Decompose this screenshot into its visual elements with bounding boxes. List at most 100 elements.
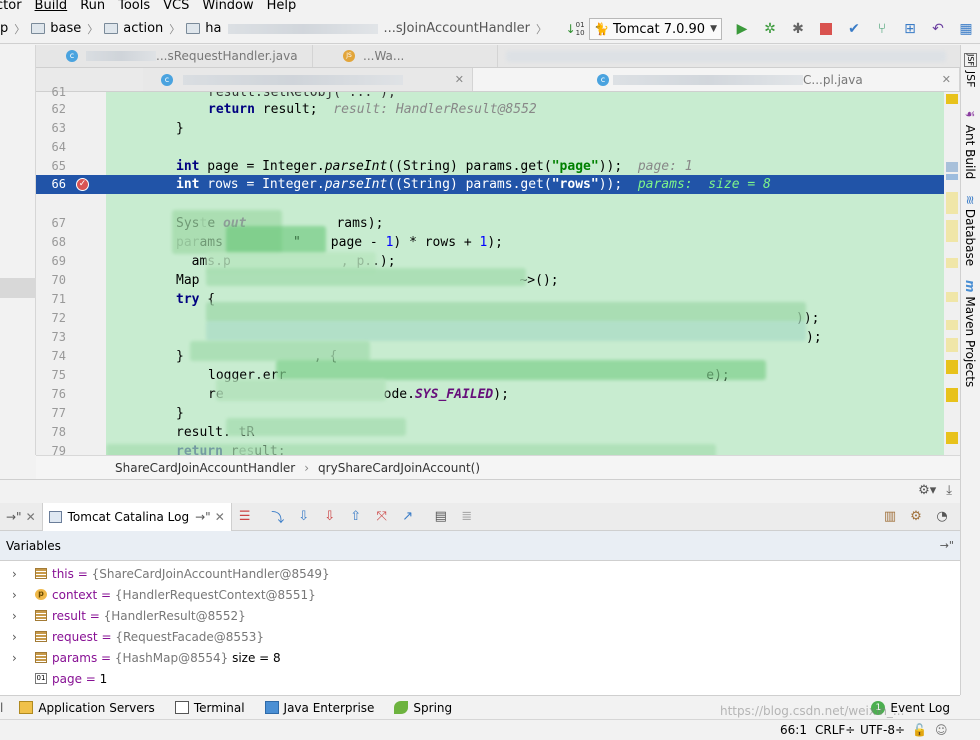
marker[interactable] xyxy=(946,162,958,172)
file-encoding[interactable]: UTF-8÷ xyxy=(860,723,905,737)
run-to-cursor-icon[interactable]: ↗ xyxy=(400,509,416,525)
menu-run[interactable]: Run xyxy=(80,0,105,12)
stop-icon[interactable] xyxy=(816,19,836,39)
step-over-icon[interactable]: ⤵ xyxy=(270,509,286,526)
editor-tab[interactable]: c ...sRequestHandler.java xyxy=(36,45,313,67)
expand-icon[interactable]: › xyxy=(12,609,17,623)
tool-application-servers[interactable]: Application Servers xyxy=(19,701,155,715)
line-number: 72 xyxy=(51,311,66,325)
breadcrumb-item-current[interactable]: ...sJoinAccountHandler 〉 xyxy=(384,21,554,37)
vcs-update-icon[interactable]: ✔ xyxy=(844,19,864,39)
close-icon[interactable]: ✕ xyxy=(455,73,464,86)
line-separator[interactable]: CRLF÷ xyxy=(815,723,855,737)
close-icon[interactable]: ✕ xyxy=(942,73,951,86)
coverage-icon[interactable]: ✱ xyxy=(788,19,808,39)
restore-layout-icon[interactable]: ▥ xyxy=(882,509,898,525)
run-configuration-select[interactable]: 🐈 Tomcat 7.0.90 ▼ xyxy=(589,18,722,40)
revert-icon[interactable]: ↶ xyxy=(928,19,948,39)
variable-row[interactable]: › request = {RequestFacade@8553} xyxy=(0,626,960,647)
pin-icon[interactable]: →" xyxy=(940,539,954,552)
tool-terminal[interactable]: Terminal xyxy=(174,701,245,715)
close-icon[interactable]: ✕ xyxy=(215,510,225,524)
tool-spring[interactable]: Spring xyxy=(394,701,452,715)
marker[interactable] xyxy=(946,192,958,214)
variable-row[interactable]: › result = {HandlerResult@8552} xyxy=(0,605,960,626)
settings-gear-icon[interactable]: ⚙▾ xyxy=(918,483,936,498)
tool-java-enterprise[interactable]: Java Enterprise xyxy=(264,701,374,715)
project-structure-icon[interactable]: ▦ xyxy=(956,19,976,39)
variable-row[interactable]: › params = {HashMap@8554} size = 8 xyxy=(0,647,960,668)
trace-icon[interactable]: ≣ xyxy=(459,509,475,525)
variable-row[interactable]: › this = {ShareCardJoinAccountHandler@85… xyxy=(0,563,960,584)
tool-window-ant[interactable]: ☙ Ant Build xyxy=(963,107,977,179)
debug-icon[interactable]: ✲ xyxy=(760,19,780,39)
vcs-history-icon[interactable]: ⊞ xyxy=(900,19,920,39)
drop-frame-icon[interactable]: ⤧ xyxy=(374,509,390,525)
warning-marker[interactable] xyxy=(946,432,958,444)
breakpoint-icon[interactable]: ✓ xyxy=(76,178,89,191)
lock-icon[interactable]: 🔓 xyxy=(912,723,927,737)
caret-position[interactable]: 66:1 xyxy=(780,723,807,737)
step-into-icon[interactable]: ⇩ xyxy=(296,509,312,525)
debug-toolbar: →" ✕ Tomcat Catalina Log →" ✕ ☰ ⤵ ⇩ ⇩ ⇧ ⤧… xyxy=(0,502,960,531)
tab-debugger[interactable]: →" ✕ xyxy=(0,503,42,531)
menu-vcs[interactable]: VCS xyxy=(163,0,189,12)
chevron-right-icon: 〉 xyxy=(536,22,547,36)
tab-tomcat-catalina-log[interactable]: Tomcat Catalina Log →" ✕ xyxy=(41,502,232,531)
editor-tab[interactable]: JS ...Wa... xyxy=(313,45,498,67)
evaluate-expression-icon[interactable]: ▤ xyxy=(433,509,449,525)
menu-refactor[interactable]: ctor xyxy=(0,0,22,12)
menu-window[interactable]: Window xyxy=(202,0,253,12)
menu-bar: ctor Build Run Tools VCS Window Help xyxy=(0,0,980,14)
field-icon xyxy=(35,631,47,642)
breadcrumb-class[interactable]: ShareCardJoinAccountHandler xyxy=(115,461,295,475)
debug-header: ⚙▾ ⤓ xyxy=(0,479,960,503)
breadcrumb-item[interactable]: base 〉 xyxy=(31,21,104,37)
show-execution-point-icon[interactable]: ☰ xyxy=(237,509,253,525)
breadcrumb-item[interactable]: action 〉 xyxy=(104,21,186,37)
hide-icon[interactable]: ⤓ xyxy=(946,483,952,498)
code-editor[interactable]: result.setRetObj("..."); return result; … xyxy=(106,92,944,455)
marker[interactable] xyxy=(946,220,958,242)
chevron-down-icon: ▼ xyxy=(710,24,717,34)
menu-help[interactable]: Help xyxy=(267,0,297,12)
variable-row[interactable]: › p context = {HandlerRequestContext@855… xyxy=(0,584,960,605)
tool-window-jsf[interactable]: JSF JSF xyxy=(963,53,977,87)
menu-build[interactable]: Build xyxy=(35,0,68,12)
line-number: 69 xyxy=(51,254,66,268)
breadcrumb-method[interactable]: qryShareCardJoinAccount() xyxy=(318,461,480,475)
warning-marker[interactable] xyxy=(946,94,958,104)
expand-icon[interactable]: › xyxy=(12,651,17,665)
warning-marker[interactable] xyxy=(946,388,958,402)
editor-tab-active[interactable]: c C...pl.java ✕ xyxy=(473,68,960,91)
force-step-into-icon[interactable]: ⇩ xyxy=(322,509,338,525)
marker[interactable] xyxy=(946,320,958,330)
tool-window-database[interactable]: ≋ Database xyxy=(963,195,977,266)
inspection-icon[interactable]: ☺ xyxy=(935,723,948,737)
overhead-icon[interactable]: ◔ xyxy=(934,509,950,525)
step-out-icon[interactable]: ⇧ xyxy=(348,509,364,525)
build-icon[interactable]: ↓ 01 10 xyxy=(565,19,585,39)
editor-gutter[interactable]: 61 62 63 64 65 67 68 69 70 71 72 73 74 7… xyxy=(36,85,106,458)
breadcrumb-item[interactable]: ha xyxy=(186,21,383,36)
marker[interactable] xyxy=(946,338,958,352)
memory-icon[interactable]: ⚙ xyxy=(908,509,924,525)
vcs-commit-icon[interactable]: ⑂ xyxy=(872,19,892,39)
warning-marker[interactable] xyxy=(946,360,958,374)
tool-window-maven[interactable]: m Maven Projects xyxy=(963,280,977,387)
breadcrumb-item[interactable]: p 〉 xyxy=(0,21,31,37)
close-icon[interactable]: ✕ xyxy=(26,510,36,524)
marker[interactable] xyxy=(946,292,958,302)
menu-tools[interactable]: Tools xyxy=(118,0,150,12)
variable-row[interactable]: 01 page = 1 xyxy=(0,668,960,689)
expand-icon[interactable]: › xyxy=(12,567,17,581)
expand-icon[interactable]: › xyxy=(12,630,17,644)
editor-tab[interactable]: c ✕ xyxy=(143,68,473,91)
error-stripe[interactable] xyxy=(944,92,960,455)
marker[interactable] xyxy=(946,258,958,268)
maven-icon: m xyxy=(963,280,977,293)
run-icon[interactable]: ▶ xyxy=(732,19,752,39)
expand-icon[interactable]: › xyxy=(12,588,17,602)
marker[interactable] xyxy=(946,174,958,180)
code-line: int page = Integer.parseInt((String) par… xyxy=(176,159,693,174)
